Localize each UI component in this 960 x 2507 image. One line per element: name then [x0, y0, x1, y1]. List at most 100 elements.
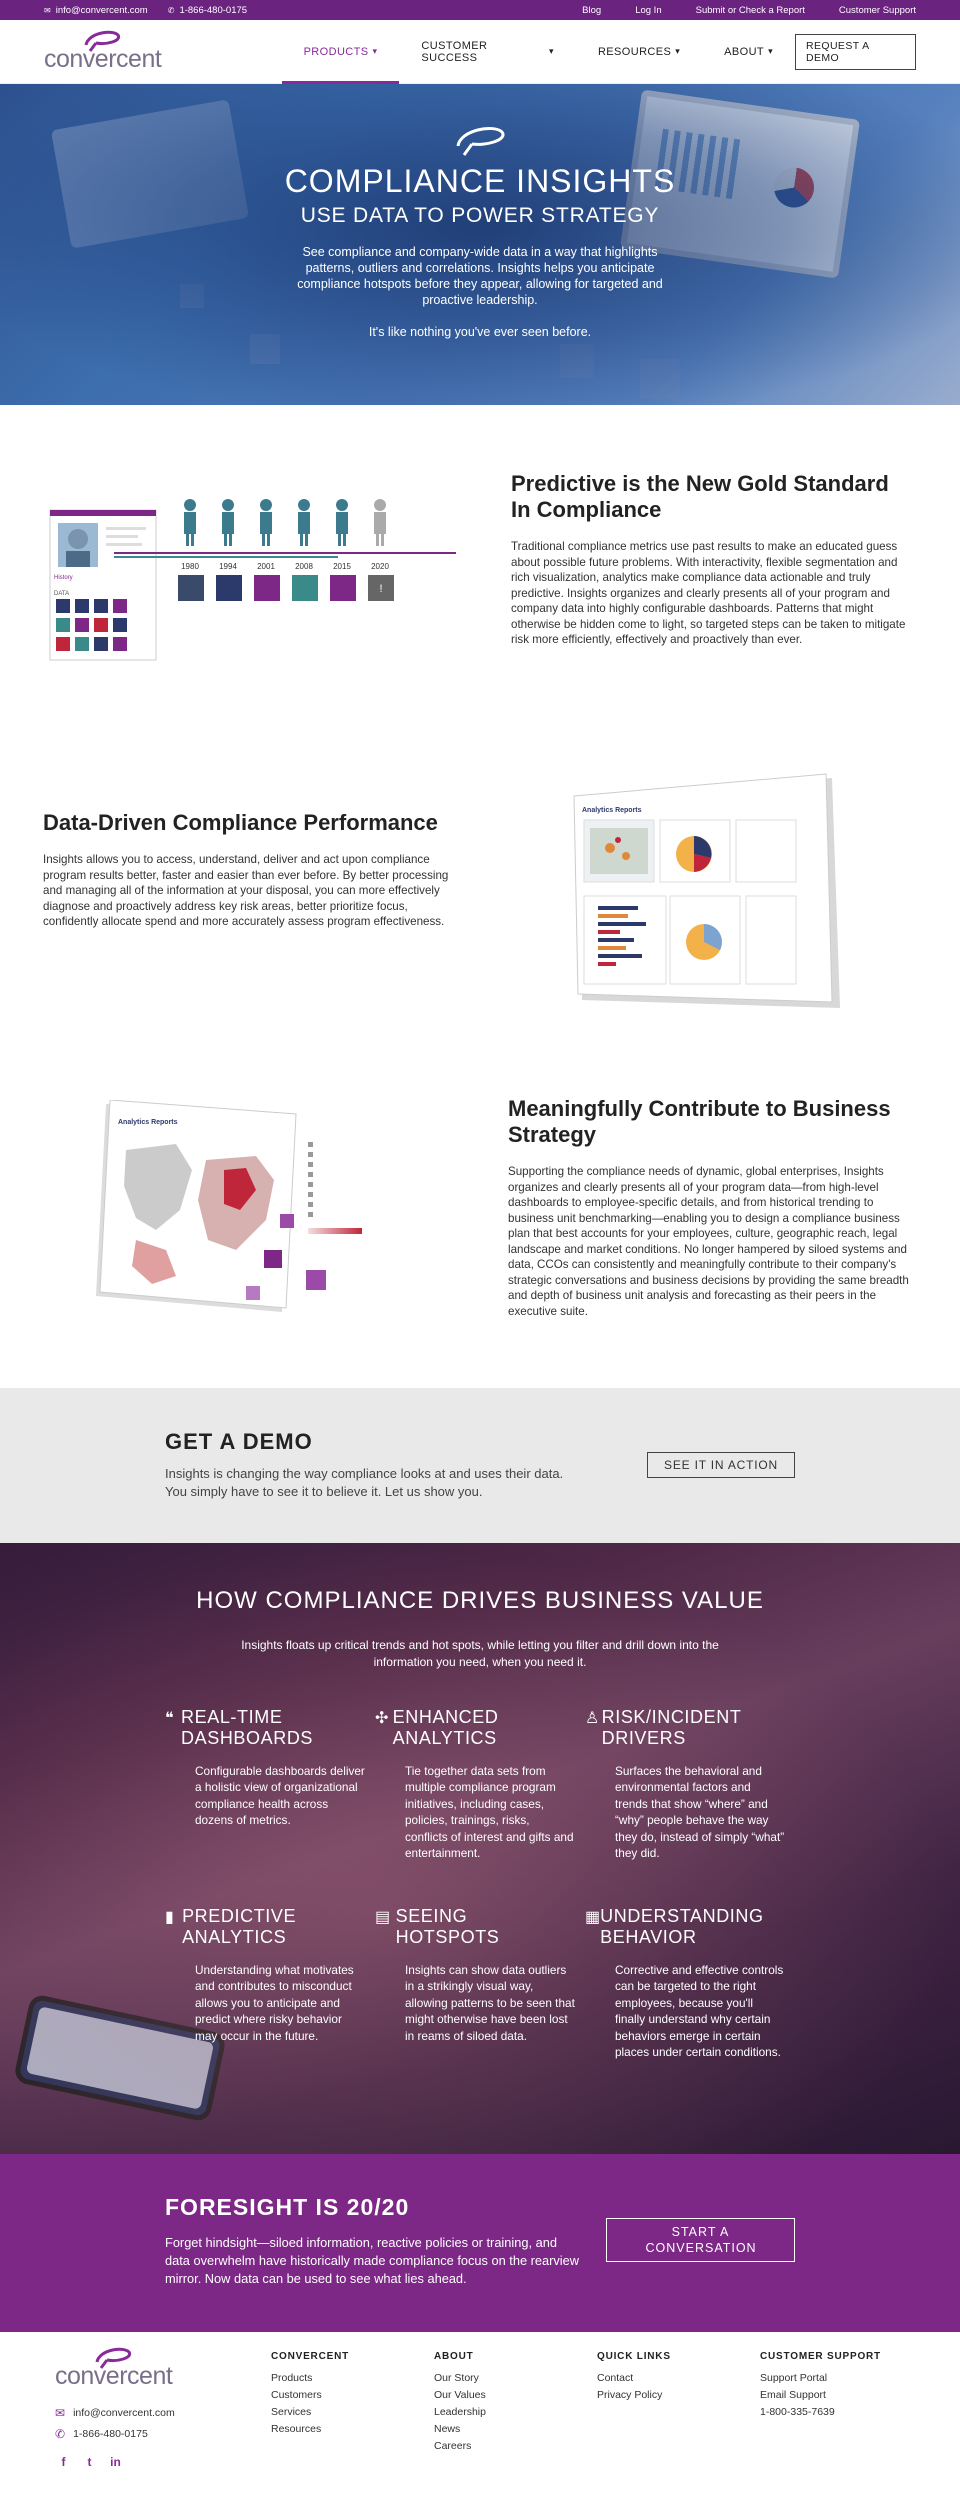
user-icon: ♙	[585, 1710, 600, 1727]
value-subtitle: Insights floats up critical trends and h…	[241, 1638, 719, 1669]
feature-business-strategy: Analytics Reports Meaningfully Contribut…	[0, 1060, 960, 1370]
envelope-icon: ✉	[55, 2406, 66, 2420]
topbar-link-support[interactable]: Customer Support	[839, 5, 916, 16]
footer-link[interactable]: Email Support	[760, 2387, 881, 2404]
facebook-icon[interactable]: f	[55, 2453, 72, 2470]
document-icon: ▤	[375, 1909, 391, 1926]
chevron-down-icon: ▾	[372, 46, 378, 56]
svg-text:1980: 1980	[181, 562, 199, 571]
get-demo-section: GET A DEMO Insights is changing the way …	[0, 1388, 960, 1543]
topbar-link-report[interactable]: Submit or Check a Report	[696, 5, 805, 16]
footer-link[interactable]: Resources	[271, 2421, 349, 2438]
linkedin-icon[interactable]: in	[107, 2453, 124, 2470]
phone-icon: ✆	[55, 2427, 66, 2441]
footer-column: CUSTOMER SUPPORT Support Portal Email Su…	[760, 2351, 881, 2421]
analytics-title: Analytics Reports	[118, 1119, 178, 1126]
value-title: HOW COMPLIANCE DRIVES BUSINESS VALUE	[196, 1587, 764, 1614]
start-conversation-button[interactable]: START A CONVERSATION	[606, 2218, 795, 2262]
feature-title: Predictive is the New Gold Standard In C…	[511, 471, 889, 522]
hero-subtitle: USE DATA TO POWER STRATEGY	[300, 204, 660, 227]
footer-link[interactable]: News	[434, 2421, 486, 2438]
foresight-section: FORESIGHT IS 20/20 Forget hindsight—silo…	[0, 2154, 960, 2332]
footer-column: ABOUT Our Story Our Values Leadership Ne…	[434, 2351, 486, 2455]
feature-predictive: History DATA 1980 1994 2001 2008 2015 20…	[0, 405, 960, 745]
footer-link[interactable]: Privacy Policy	[597, 2387, 671, 2404]
value-item: ❝ REAL-TIME DASHBOARDS Configurable dashb…	[165, 1707, 365, 1828]
history-label: History	[54, 575, 73, 581]
network-icon: ✣	[375, 1710, 389, 1727]
value-item: ♙ RISK/INCIDENT DRIVERS Surfaces the beha…	[585, 1707, 785, 1861]
svg-text:!: !	[379, 583, 382, 595]
calculator-icon: ▦	[585, 1909, 601, 1926]
foresight-body: Forget hindsight—siloed information, rea…	[165, 2235, 579, 2286]
phone-icon: ✆	[167, 5, 175, 15]
footer-phone[interactable]: ✆ 1-866-480-0175	[55, 2427, 148, 2441]
footer-link[interactable]: Support Portal	[760, 2370, 881, 2387]
feature-body: Supporting the compliance needs of dynam…	[508, 1165, 909, 1318]
feature-data-driven: Data-Driven Compliance Performance Insig…	[0, 760, 960, 1030]
topbar-email[interactable]: ✉ info@convercent.com	[44, 5, 148, 16]
chat-bubbles-icon: ❝	[165, 1710, 174, 1727]
footer-link[interactable]: Our Story	[434, 2370, 486, 2387]
value-item: ▤ SEEING HOTSPOTS Insights can show data …	[375, 1906, 575, 2043]
feature-title: Data-Driven Compliance Performance	[43, 810, 438, 835]
bar-chart-icon: ▮	[165, 1909, 174, 1926]
twitter-icon[interactable]: t	[81, 2453, 98, 2470]
hero-tagline: It's like nothing you've ever seen befor…	[368, 325, 592, 339]
see-it-in-action-button[interactable]: SEE IT IN ACTION	[647, 1452, 795, 1478]
svg-text:2020: 2020	[371, 562, 389, 571]
footer-link[interactable]: Careers	[434, 2438, 486, 2455]
footer-link[interactable]: Services	[271, 2404, 349, 2421]
logo-wordmark: convercent	[55, 2362, 173, 2390]
social-links: f t in	[55, 2453, 124, 2470]
feature-body: Traditional compliance metrics use past …	[511, 540, 906, 646]
topbar-link-blog[interactable]: Blog	[582, 5, 601, 16]
foresight-title: FORESIGHT IS 20/20	[165, 2194, 410, 2220]
get-demo-body: Insights is changing the way compliance …	[165, 1466, 564, 1499]
request-demo-button[interactable]: REQUEST A DEMO	[794, 33, 916, 70]
footer-link[interactable]: Leadership	[434, 2404, 486, 2421]
chevron-down-icon: ▾	[549, 46, 554, 56]
topbar-link-login[interactable]: Log In	[635, 5, 661, 16]
logo-mark-icon	[456, 127, 505, 156]
footer: convercent ✉ info@convercent.com ✆ 1-866-4…	[0, 2332, 960, 2507]
nav-resources[interactable]: RESOURCES ▾	[576, 20, 702, 84]
topbar-phone[interactable]: ✆ 1-866-480-0175	[168, 5, 247, 16]
chevron-down-icon: ▾	[675, 46, 681, 56]
footer-column: CONVERCENT Products Customers Services R…	[271, 2351, 349, 2438]
business-value-section: HOW COMPLIANCE DRIVES BUSINESS VALUE Ins…	[0, 1543, 960, 2154]
envelope-icon: ✉	[44, 5, 51, 15]
footer-link[interactable]: Products	[271, 2370, 349, 2387]
nav-about[interactable]: ABOUT ▾	[702, 20, 795, 84]
footer-link[interactable]: 1-800-335-7639	[760, 2404, 881, 2421]
logo[interactable]: convercent	[44, 29, 172, 74]
analytics-title: Analytics Reports	[582, 807, 642, 814]
value-item: ✣ ENHANCED ANALYTICS Tie together data se…	[375, 1707, 574, 1861]
footer-logo[interactable]: convercent	[55, 2346, 183, 2391]
nav-products[interactable]: PRODUCTS ▾	[281, 20, 400, 84]
svg-text:2015: 2015	[333, 562, 351, 571]
feature-body: Insights allows you to access, understan…	[43, 853, 449, 928]
feature-title: Meaningfully Contribute to Business Stra…	[508, 1096, 891, 1147]
svg-text:1994: 1994	[219, 562, 237, 571]
get-demo-title: GET A DEMO	[165, 1429, 313, 1454]
value-item: ▦ UNDERSTANDING BEHAVIOR Corrective and e…	[585, 1906, 784, 2060]
employee-history-illustration: History DATA 1980 1994 2001 2008 2015 20…	[49, 499, 456, 661]
timeline-years: 1980 1994 2001 2008 2015 2020	[181, 562, 389, 571]
employee-figures	[184, 499, 386, 546]
footer-link[interactable]: Contact	[597, 2370, 671, 2387]
analytics-reports-illustration: Analytics Reports	[573, 773, 840, 1008]
analytics-map-illustration: Analytics Reports	[96, 1100, 396, 1312]
nav-customer-success[interactable]: CUSTOMER SUCCESS ▾	[399, 20, 576, 84]
hero-body: See compliance and company-wide data in …	[297, 245, 663, 307]
footer-link[interactable]: Customers	[271, 2387, 349, 2404]
top-bar: ✉ info@convercent.com ✆ 1-866-480-0175 Blo…	[0, 0, 960, 20]
main-nav: convercent PRODUCTS ▾ CUSTOMER SUCCESS ▾ R…	[0, 20, 960, 84]
hero: COMPLIANCE INSIGHTS USE DATA TO POWER ST…	[0, 84, 960, 405]
hero-title: COMPLIANCE INSIGHTS	[284, 163, 676, 199]
data-label: DATA	[54, 591, 69, 597]
footer-email[interactable]: ✉ info@convercent.com	[55, 2406, 175, 2420]
svg-text:2008: 2008	[295, 562, 313, 571]
footer-link[interactable]: Our Values	[434, 2387, 486, 2404]
value-item: ▮ PREDICTIVE ANALYTICS Understanding what…	[165, 1906, 354, 2043]
